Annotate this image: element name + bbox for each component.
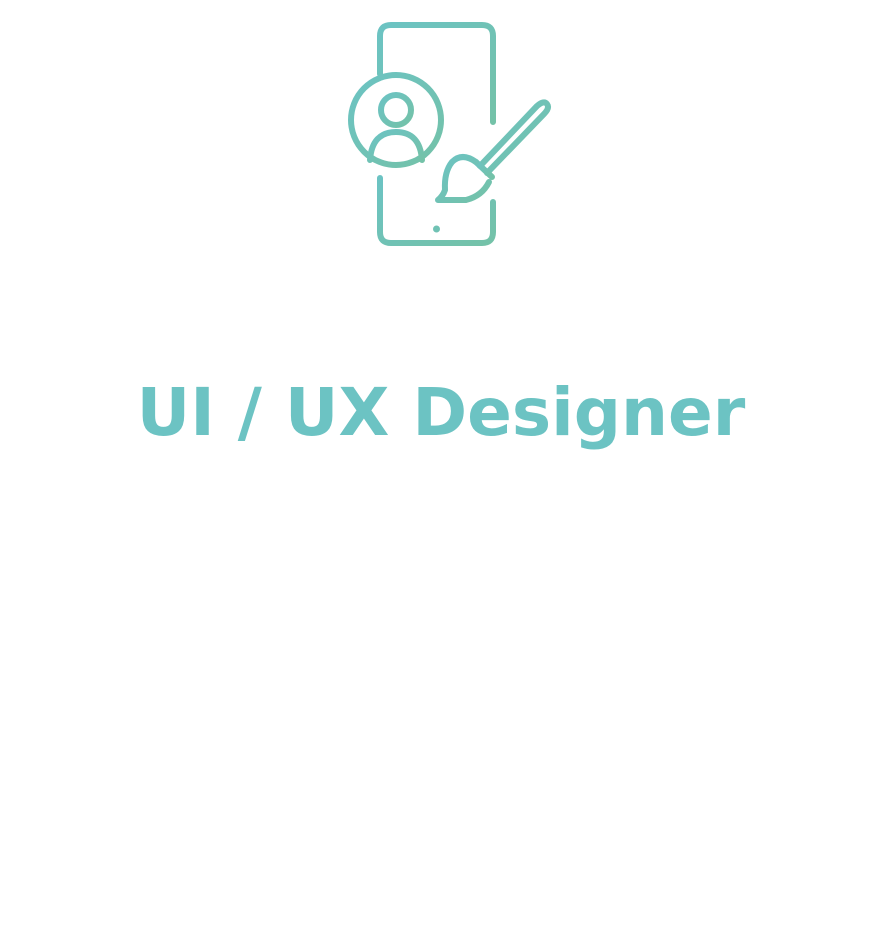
page: UI / UX Designer: [0, 0, 882, 947]
ui-ux-design-icon: [326, 16, 556, 252]
phone-brush-svg: [334, 22, 551, 246]
user-head: [378, 92, 414, 128]
home-button-dot: [433, 225, 440, 233]
role-title: UI / UX Designer: [136, 374, 746, 451]
user-body: [367, 129, 425, 163]
target-circle: [348, 72, 444, 168]
